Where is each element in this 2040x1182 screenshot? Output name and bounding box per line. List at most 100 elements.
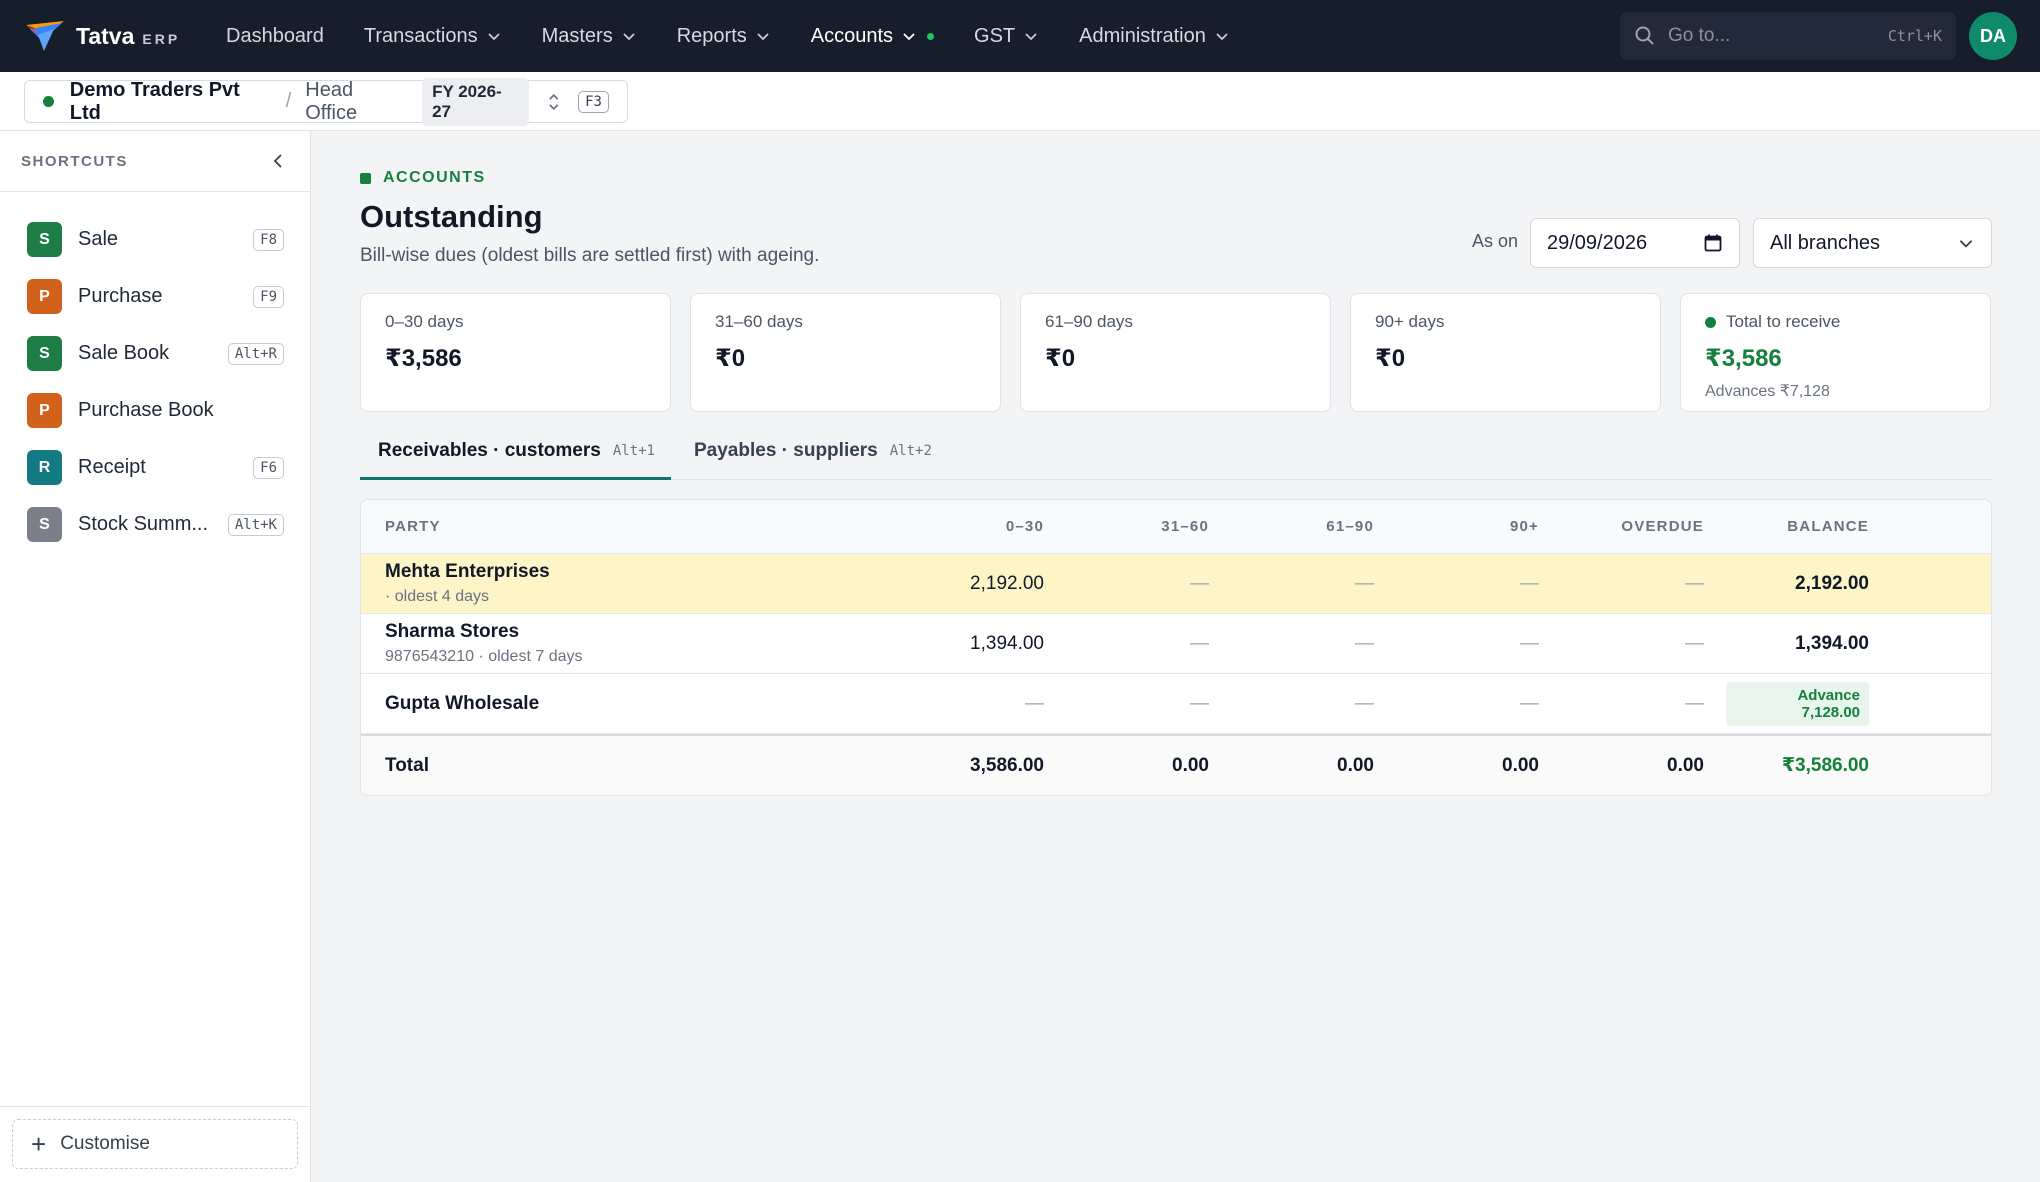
shortcut-stock-summary[interactable]: S Stock Summ... Alt+K: [0, 496, 311, 553]
card-label: 90+ days: [1375, 312, 1445, 331]
shortcut-purchase[interactable]: P Purchase F9: [0, 268, 311, 325]
sidebar-title: SHORTCUTS: [21, 152, 128, 170]
chevron-down-icon: [903, 33, 915, 41]
separator: /: [285, 90, 292, 112]
chevron-down-icon: [757, 33, 769, 41]
cell-overdue: —: [1685, 572, 1704, 594]
nav-label: Administration: [1079, 24, 1206, 47]
column-header-61-90[interactable]: 61–90: [1231, 518, 1396, 535]
app-logo[interactable]: Tatva ERP: [24, 19, 202, 53]
branch-select[interactable]: All branches: [1753, 218, 1992, 268]
nav-label: Dashboard: [226, 24, 324, 47]
sidebar-footer: + Customise: [0, 1106, 311, 1182]
section-marker: [360, 172, 371, 184]
cell-31-60: —: [1190, 572, 1209, 594]
outstanding-table: PARTY 0–30 31–60 61–90 90+ OVERDUE BALAN…: [360, 499, 1992, 796]
card-label-text: Total to receive: [1726, 312, 1841, 331]
cell-61-90: —: [1355, 692, 1374, 714]
nav-reports[interactable]: Reports: [657, 0, 791, 72]
shortcut-purchase-book[interactable]: P Purchase Book: [0, 382, 311, 439]
cell-31-60: —: [1190, 632, 1209, 654]
nav-transactions[interactable]: Transactions: [344, 0, 522, 72]
fiscal-year-badge: FY 2026-27: [422, 77, 529, 126]
advance-badge: Advance 7,128.00: [1726, 681, 1869, 726]
page-title: Outstanding: [360, 199, 543, 234]
card-value: ₹0: [1375, 345, 1406, 372]
tab-payables[interactable]: Payables · suppliers Alt+2: [694, 434, 932, 480]
status-dot: [1705, 316, 1716, 328]
goto-search[interactable]: Ctrl+K: [1620, 12, 1956, 60]
cell-90-plus: —: [1520, 692, 1539, 714]
nav-administration[interactable]: Administration: [1059, 0, 1250, 72]
branch-name: Head Office: [305, 78, 358, 124]
column-header-31-60[interactable]: 31–60: [1066, 518, 1231, 535]
card-label: 61–90 days: [1045, 312, 1133, 331]
nav-accounts[interactable]: Accounts: [791, 0, 954, 72]
table-row[interactable]: Sharma Stores 9876543210 · oldest 7 days…: [361, 614, 1991, 674]
tatva-logo-icon: [26, 21, 64, 51]
shortcut-label: Receipt: [78, 456, 146, 478]
company-switcher[interactable]: Demo Traders Pvt Ltd / Head Office FY 20…: [24, 77, 628, 126]
active-indicator-dot: [927, 32, 935, 40]
customise-button[interactable]: + Customise: [12, 1119, 298, 1169]
nav-label: Reports: [676, 24, 747, 47]
column-header-90-plus[interactable]: 90+: [1396, 518, 1561, 535]
as-on-label: As on: [1472, 231, 1519, 251]
nav-label: Masters: [541, 24, 613, 47]
chevron-down-icon: [1959, 240, 1973, 248]
cell-overdue: —: [1685, 632, 1704, 654]
shortcut-letter-badge: S: [27, 336, 62, 371]
company-switch-shortcut: F3: [578, 90, 609, 113]
shortcut-receipt[interactable]: R Receipt F6: [0, 439, 311, 496]
cell-0-30: 1,394.00: [970, 632, 1044, 654]
shortcut-letter-badge: S: [27, 507, 62, 542]
shortcut-sale-book[interactable]: S Sale Book Alt+R: [0, 325, 311, 382]
nav-dashboard[interactable]: Dashboard: [206, 0, 344, 72]
shortcut-label: Stock Summ...: [78, 513, 209, 535]
shortcut-letter-badge: R: [27, 450, 62, 485]
shortcut-letter-badge: P: [27, 279, 62, 314]
tab-receivables[interactable]: Receivables · customers Alt+1: [360, 434, 671, 480]
total-balance: ₹3,586.00: [1781, 755, 1869, 776]
shortcut-key: Alt+K: [227, 513, 284, 536]
total-61-90: 0.00: [1337, 754, 1374, 776]
chevron-down-icon: [1216, 33, 1228, 41]
top-navbar: Tatva ERP Dashboard Transactions Masters…: [0, 0, 2040, 72]
card-label: Total to receive: [1705, 312, 1966, 332]
table-header: PARTY 0–30 31–60 61–90 90+ OVERDUE BALAN…: [361, 500, 1991, 554]
shortcut-key: F9: [253, 285, 284, 308]
table-row[interactable]: Gupta Wholesale — — — — — Advance 7,128.…: [361, 674, 1991, 734]
card-value: ₹3,586: [385, 345, 462, 372]
card-value: ₹3,586: [1705, 345, 1782, 372]
search-input[interactable]: [1668, 25, 1868, 47]
table-row[interactable]: Mehta Enterprises · oldest 4 days 2,192.…: [361, 554, 1991, 614]
app-suffix: ERP: [142, 31, 181, 47]
card-31-60-days: 31–60 days ₹0: [690, 293, 1001, 412]
column-header-balance[interactable]: BALANCE: [1726, 518, 1891, 535]
shortcut-letter-badge: P: [27, 393, 62, 428]
card-value: ₹0: [1045, 345, 1076, 372]
total-overdue: 0.00: [1667, 754, 1704, 776]
section-label: ACCOUNTS: [383, 169, 486, 186]
column-header-overdue[interactable]: OVERDUE: [1561, 518, 1726, 535]
cell-balance: Advance 7,128.00: [1726, 681, 1891, 726]
total-90-plus: 0.00: [1502, 754, 1539, 776]
calendar-icon[interactable]: [1703, 233, 1723, 253]
column-header-0-30[interactable]: 0–30: [901, 518, 1066, 535]
cell-balance: 1,394.00: [1795, 632, 1869, 654]
shortcut-sale[interactable]: S Sale F8: [0, 211, 311, 268]
date-value: 29/09/2026: [1547, 231, 1648, 254]
collapse-chevron-left-icon[interactable]: [268, 151, 288, 171]
nav-gst[interactable]: GST: [954, 0, 1059, 72]
cell-overdue: —: [1685, 692, 1704, 714]
as-on-date-input[interactable]: 29/09/2026: [1530, 218, 1740, 268]
nav-masters[interactable]: Masters: [522, 0, 657, 72]
tab-shortcut: Alt+2: [889, 443, 932, 459]
app-name: Tatva: [76, 22, 135, 49]
context-bar: Demo Traders Pvt Ltd / Head Office FY 20…: [0, 72, 2040, 131]
nav-label: Accounts: [810, 24, 894, 47]
column-header-party[interactable]: PARTY: [361, 518, 901, 535]
user-avatar[interactable]: DA: [1969, 12, 2017, 60]
cell-61-90: —: [1355, 632, 1374, 654]
card-label: 31–60 days: [715, 312, 803, 331]
